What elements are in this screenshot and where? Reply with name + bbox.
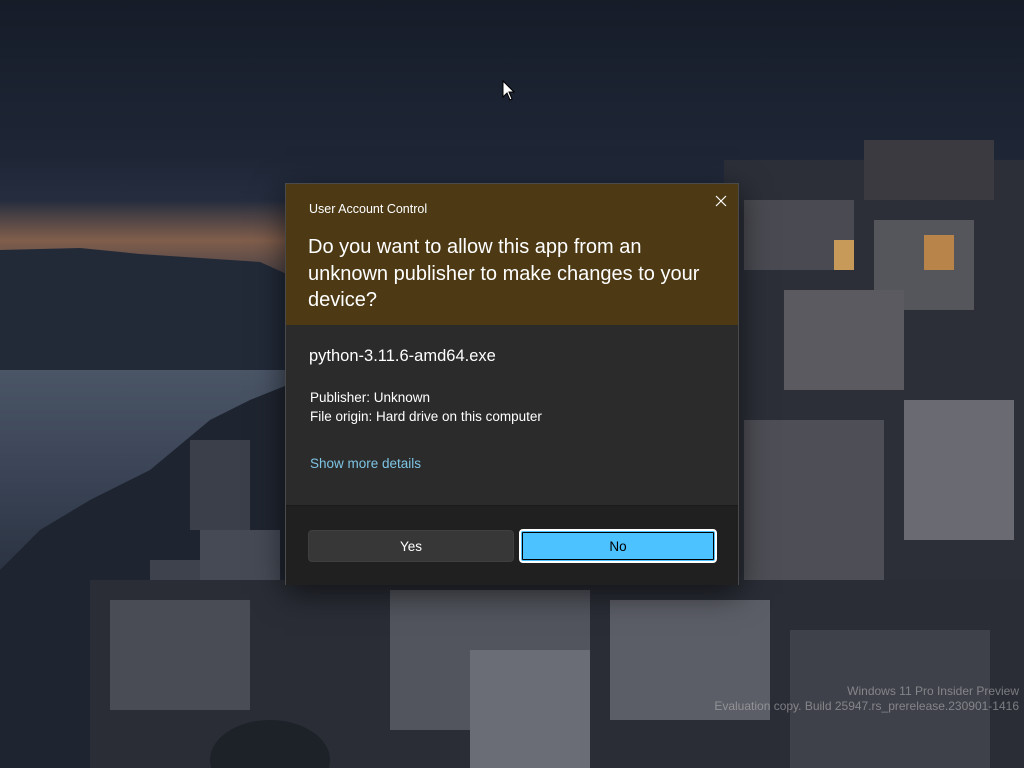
watermark-line-2: Evaluation copy. Build 25947.rs_prerelea… bbox=[714, 699, 1019, 713]
close-icon bbox=[715, 195, 727, 207]
watermark-line-1: Windows 11 Pro Insider Preview bbox=[847, 684, 1019, 698]
uac-footer: Yes No bbox=[286, 505, 738, 585]
uac-header: User Account Control Do you want to allo… bbox=[286, 184, 738, 325]
yes-button[interactable]: Yes bbox=[308, 530, 514, 562]
mouse-cursor-icon bbox=[502, 80, 516, 101]
dialog-title: User Account Control bbox=[309, 202, 428, 216]
uac-dialog: User Account Control Do you want to allo… bbox=[285, 183, 739, 585]
uac-body: python-3.11.6-amd64.exe Publisher: Unkno… bbox=[286, 325, 738, 505]
close-button[interactable] bbox=[710, 190, 732, 212]
show-more-details-link[interactable]: Show more details bbox=[310, 456, 421, 471]
file-origin-label: File origin: Hard drive on this computer bbox=[310, 409, 542, 424]
desktop: Windows 11 Pro Insider Preview Evaluatio… bbox=[0, 0, 1024, 768]
dialog-question: Do you want to allow this app from an un… bbox=[308, 236, 700, 311]
app-name: python-3.11.6-amd64.exe bbox=[309, 347, 496, 365]
no-button[interactable]: No bbox=[519, 529, 717, 563]
windows-watermark: Windows 11 Pro Insider Preview Evaluatio… bbox=[714, 684, 1019, 714]
publisher-label: Publisher: Unknown bbox=[310, 390, 431, 405]
